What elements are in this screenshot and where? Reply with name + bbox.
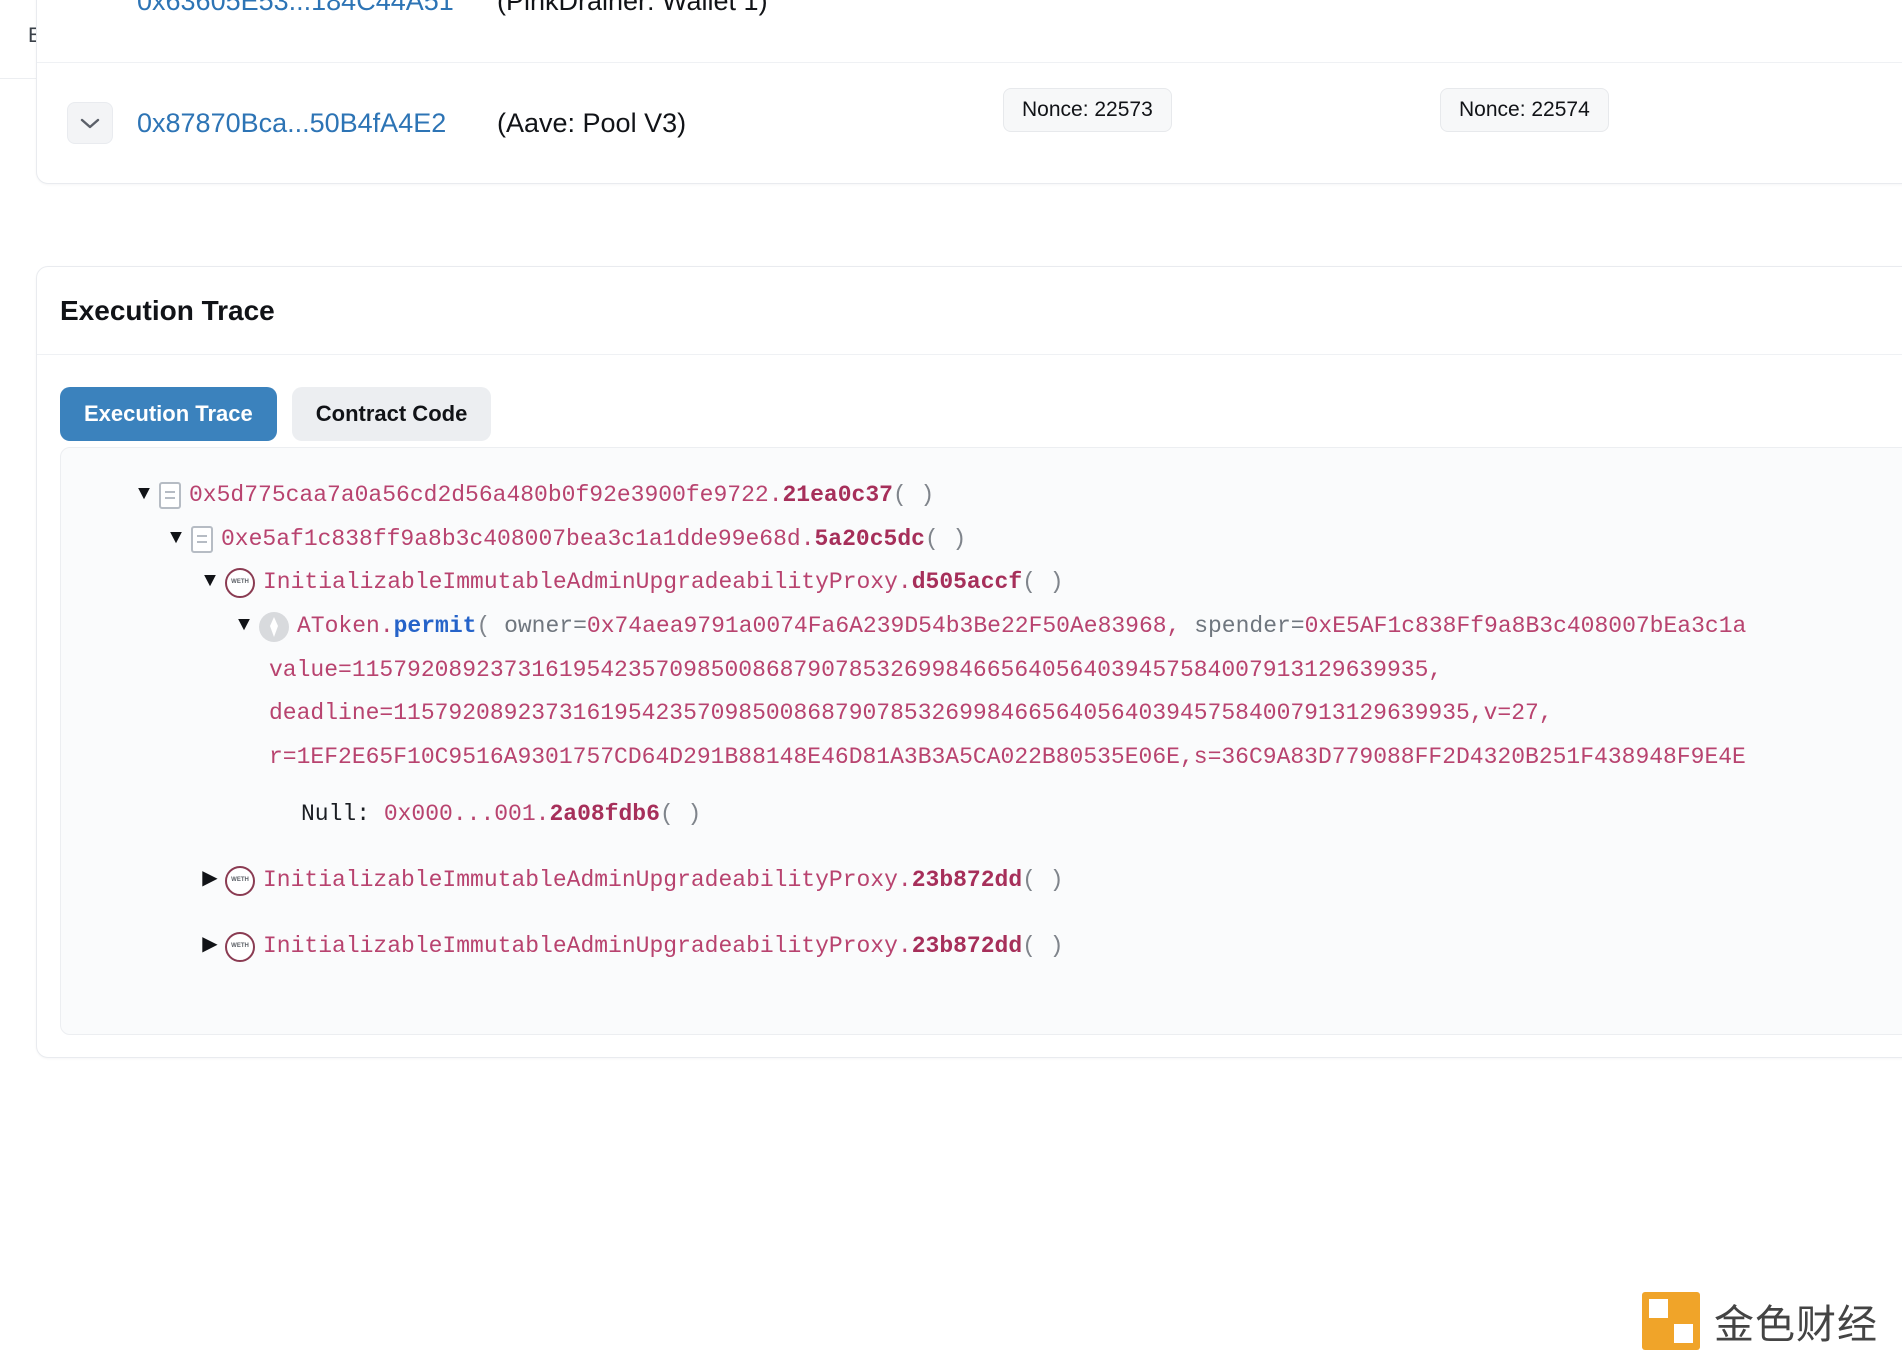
trace-node[interactable]: ▶ InitializableImmutableAdminUpgradeabil… <box>61 903 1902 969</box>
arg-spender-value: 0xE5AF1c838Ff9a8B3c408007bEa3c1a <box>1304 612 1747 639</box>
arg-deadline-line: deadline=1157920892373161954235709850086… <box>269 700 1484 727</box>
expand-triangle-icon[interactable]: ▼ <box>163 522 189 556</box>
trace-address: 0x000...001. <box>383 801 550 828</box>
trace-parens: ( ) <box>659 801 702 828</box>
trace-selector: 2a08fdb6 <box>549 801 660 828</box>
chevron-down-icon[interactable] <box>67 102 113 144</box>
weth-token-icon <box>225 568 255 599</box>
card-header: Execution Trace <box>37 267 1902 355</box>
trace-null-label: Null: <box>301 801 384 828</box>
trace-parens: ( ) <box>924 525 967 552</box>
trace-selector: 21ea0c37 <box>782 482 893 508</box>
trace-contract-name: AToken. <box>297 612 394 639</box>
trace-parens: ( ) <box>892 482 935 508</box>
arg-r-line: r=1EF2E65F10C9516A9301757CD64D291B88148E… <box>269 743 1194 770</box>
address-link[interactable]: 0x87870Bca...50B4fA4E2 <box>137 108 497 139</box>
document-icon <box>159 482 181 509</box>
trace-address: 0xe5af1c838ff9a8b3c408007bea3c1a1dde99e6… <box>221 525 815 552</box>
status-badge: Nonce: 22574 <box>1440 88 1609 132</box>
trace-method-name: permit <box>393 612 477 639</box>
trace-address: 0x5d775caa7a0a56cd2d56a480b0f92e3900fe97… <box>189 482 783 508</box>
address-tag: (PinkDrainer: Wallet 1) <box>497 0 768 16</box>
trace-arg-line: r=1EF2E65F10C9516A9301757CD64D291B88148E… <box>61 736 1902 780</box>
trace-node[interactable]: ▼ 0xe5af1c838ff9a8b3c408007bea3c1a1dde99… <box>61 518 1902 562</box>
table-row: 0x63605E53...184C44A51 (PinkDrainer: Wal… <box>37 0 1902 62</box>
trace-node[interactable]: Null: 0x000...001.2a08fdb6( ) <box>61 779 1902 837</box>
arg-v-line: v=27, <box>1483 700 1553 727</box>
weth-token-icon <box>225 931 255 962</box>
trace-arg-line: value=1157920892373161954235709850086879… <box>61 649 1902 693</box>
execution-trace-card: Execution Trace Execution Trace Contract… <box>36 266 1902 1058</box>
tab-contract-code[interactable]: Contract Code <box>291 387 492 441</box>
arg-spender-key: spender= <box>1180 612 1305 639</box>
trace-node[interactable]: ▼ 0x5d775caa7a0a56cd2d56a480b0f92e3900fe… <box>61 474 1902 518</box>
expand-triangle-icon[interactable]: ▼ <box>197 565 223 599</box>
trace-arg-line: deadline=1157920892373161954235709850086… <box>61 692 1902 736</box>
document-icon <box>191 525 213 553</box>
expand-triangle-icon[interactable]: ▼ <box>231 609 257 643</box>
arg-owner-key: owner= <box>504 612 587 639</box>
trace-parens: ( ) <box>1022 569 1064 596</box>
collapse-triangle-icon[interactable]: ▶ <box>197 863 223 897</box>
watermark: 金色财经 <box>1642 1292 1878 1350</box>
address-list-card: 0x63605E53...184C44A51 (PinkDrainer: Wal… <box>36 0 1902 184</box>
address-tag: (Aave: Pool V3) <box>497 107 687 138</box>
trace-parens: ( <box>476 612 505 639</box>
trace-parens: ( ) <box>1022 867 1064 894</box>
trace-contract-name: InitializableImmutableAdminUpgradeabilit… <box>263 932 912 959</box>
trace-selector: 23b872dd <box>911 932 1023 959</box>
collapse-triangle-icon[interactable]: ▶ <box>197 929 223 963</box>
trace-node[interactable]: ▼ AToken.permit( owner=0x74aea9791a0074F… <box>61 605 1902 649</box>
weth-token-icon <box>225 866 255 897</box>
page-title: Execution Trace <box>60 294 275 326</box>
arg-owner-value: 0x74aea9791a0074Fa6A239D54b3Be22F50Ae839… <box>586 612 1181 639</box>
trace-tree[interactable]: ▼ 0x5d775caa7a0a56cd2d56a480b0f92e3900fe… <box>60 447 1902 1035</box>
tab-execution-trace[interactable]: Execution Trace <box>60 387 277 441</box>
trace-selector: 23b872dd <box>911 867 1023 894</box>
tab-list: Execution Trace Contract Code <box>37 355 1902 441</box>
jinse-logo-icon <box>1642 1292 1700 1350</box>
address-link[interactable]: 0x63605E53...184C44A51 <box>137 0 497 17</box>
trace-contract-name: InitializableImmutableAdminUpgradeabilit… <box>263 867 912 894</box>
trace-node[interactable]: ▶ InitializableImmutableAdminUpgradeabil… <box>61 837 1902 903</box>
watermark-text: 金色财经 <box>1714 1303 1878 1347</box>
expand-triangle-icon[interactable]: ▼ <box>131 478 157 512</box>
eth-token-icon <box>259 611 289 642</box>
trace-node[interactable]: ▼ InitializableImmutableAdminUpgradeabil… <box>61 561 1902 605</box>
arg-value-line: value=1157920892373161954235709850086879… <box>269 656 1443 683</box>
trace-selector: d505accf <box>911 569 1023 596</box>
trace-parens: ( ) <box>1022 932 1064 959</box>
status-badge: Nonce: 22573 <box>1003 88 1172 132</box>
trace-selector: 5a20c5dc <box>814 525 925 552</box>
trace-contract-name: InitializableImmutableAdminUpgradeabilit… <box>263 569 912 596</box>
table-row: 0x87870Bca...50B4fA4E2 (Aave: Pool V3) <box>37 62 1902 183</box>
arg-s-line: s=36C9A83D779088FF2D4320B251F438948F9E4E <box>1193 743 1746 770</box>
